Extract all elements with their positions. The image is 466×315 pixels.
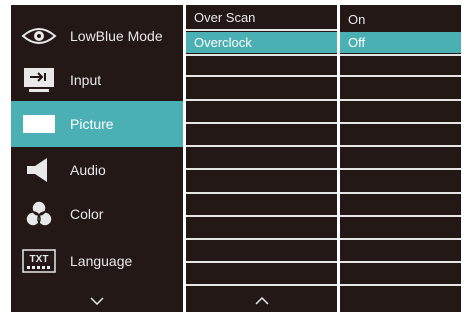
menu-item-label: Color <box>70 206 104 222</box>
row-divider <box>340 145 461 147</box>
row-divider <box>186 215 337 217</box>
menu-item-label: Picture <box>70 116 114 132</box>
row-divider <box>186 261 337 263</box>
language-txt-icon: TXT <box>19 246 59 276</box>
row-divider <box>340 168 461 170</box>
row-divider <box>186 168 337 170</box>
option-off[interactable]: Off <box>340 32 461 53</box>
row-divider <box>186 122 337 124</box>
chevron-down-icon <box>90 292 104 310</box>
menu-item-language[interactable]: TXT Language <box>11 238 183 284</box>
submenu-item-label: Over Scan <box>194 10 256 25</box>
picture-icon <box>19 109 59 139</box>
row-divider <box>186 284 337 286</box>
row-divider <box>186 75 337 77</box>
menu-item-label: Language <box>70 253 133 269</box>
menu-item-input[interactable]: Input <box>11 57 183 103</box>
menu-item-lowblue-mode[interactable]: LowBlue Mode <box>11 13 183 59</box>
row-divider <box>340 238 461 240</box>
language-icon-text: TXT <box>30 254 49 265</box>
row-divider <box>340 215 461 217</box>
row-divider <box>340 75 461 77</box>
row-divider <box>186 54 337 56</box>
option-label: On <box>348 12 366 27</box>
osd-menu: LowBlue Mode Input Picture Audio Color T… <box>11 5 461 312</box>
row-divider <box>186 99 337 101</box>
menu-item-picture[interactable]: Picture <box>11 101 183 147</box>
row-divider <box>340 122 461 124</box>
submenu: Over Scan Overclock <box>186 5 337 312</box>
scroll-up-button[interactable] <box>186 289 337 312</box>
input-icon <box>19 65 59 95</box>
scroll-down-button[interactable] <box>11 289 183 312</box>
menu-item-audio[interactable]: Audio <box>11 147 183 193</box>
color-circles-icon <box>19 199 59 229</box>
speaker-icon <box>19 155 59 185</box>
row-divider <box>340 54 461 56</box>
main-menu: LowBlue Mode Input Picture Audio Color T… <box>11 5 183 312</box>
option-on[interactable]: On <box>340 9 461 30</box>
row-divider <box>340 192 461 194</box>
menu-item-label: Input <box>70 72 102 88</box>
menu-item-color[interactable]: Color <box>11 191 183 237</box>
chevron-up-icon <box>254 292 269 310</box>
row-divider <box>340 99 461 101</box>
row-divider <box>186 29 337 31</box>
row-divider <box>186 145 337 147</box>
menu-item-label: Audio <box>70 162 106 178</box>
menu-item-label: LowBlue Mode <box>70 28 163 44</box>
row-divider <box>340 261 461 263</box>
options-menu: On Off <box>340 5 461 312</box>
option-label: Off <box>348 35 366 50</box>
submenu-item-label: Overclock <box>194 35 252 50</box>
submenu-item-over-scan[interactable]: Over Scan <box>186 7 337 28</box>
eye-icon <box>19 21 59 51</box>
row-divider <box>186 192 337 194</box>
row-divider <box>186 238 337 240</box>
submenu-item-overclock[interactable]: Overclock <box>186 32 337 53</box>
row-divider <box>340 284 461 286</box>
